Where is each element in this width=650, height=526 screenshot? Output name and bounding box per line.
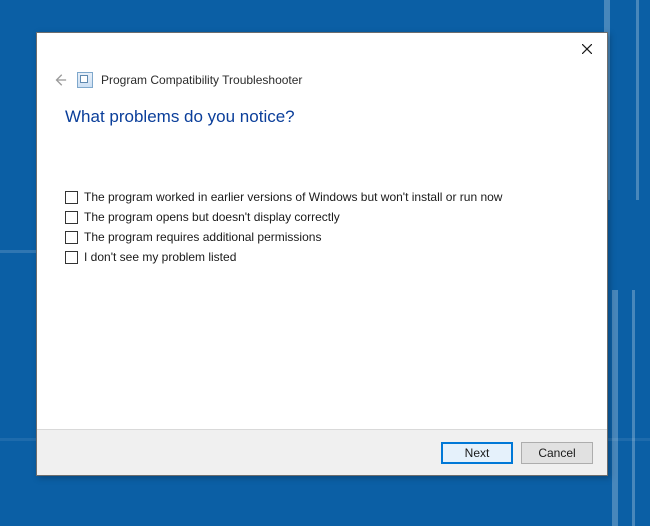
checkbox[interactable] bbox=[65, 211, 78, 224]
desktop-decoration bbox=[612, 290, 618, 526]
desktop-decoration bbox=[636, 0, 639, 200]
option-label: The program opens but doesn't display co… bbox=[84, 209, 340, 225]
close-button[interactable] bbox=[577, 39, 597, 59]
desktop-decoration bbox=[632, 290, 635, 526]
option-permissions[interactable]: The program requires additional permissi… bbox=[65, 229, 579, 245]
checkbox[interactable] bbox=[65, 191, 78, 204]
app-icon bbox=[77, 72, 93, 88]
back-arrow-icon bbox=[53, 73, 67, 87]
close-icon bbox=[582, 44, 592, 54]
app-title: Program Compatibility Troubleshooter bbox=[101, 73, 302, 87]
option-label: The program worked in earlier versions o… bbox=[84, 189, 502, 205]
titlebar bbox=[37, 33, 607, 63]
checkbox[interactable] bbox=[65, 251, 78, 264]
option-label: I don't see my problem listed bbox=[84, 249, 236, 265]
header: Program Compatibility Troubleshooter bbox=[37, 63, 607, 89]
troubleshooter-dialog: Program Compatibility Troubleshooter Wha… bbox=[36, 32, 608, 476]
content-area: What problems do you notice? The program… bbox=[37, 89, 607, 429]
option-earlier-versions[interactable]: The program worked in earlier versions o… bbox=[65, 189, 579, 205]
checkbox[interactable] bbox=[65, 231, 78, 244]
option-display-incorrect[interactable]: The program opens but doesn't display co… bbox=[65, 209, 579, 225]
desktop-decoration bbox=[0, 250, 36, 253]
next-button[interactable]: Next bbox=[441, 442, 513, 464]
back-button[interactable] bbox=[51, 71, 69, 89]
footer: Next Cancel bbox=[37, 429, 607, 475]
option-label: The program requires additional permissi… bbox=[84, 229, 321, 245]
cancel-button[interactable]: Cancel bbox=[521, 442, 593, 464]
option-not-listed[interactable]: I don't see my problem listed bbox=[65, 249, 579, 265]
page-heading: What problems do you notice? bbox=[65, 107, 579, 127]
options-list: The program worked in earlier versions o… bbox=[65, 189, 579, 265]
